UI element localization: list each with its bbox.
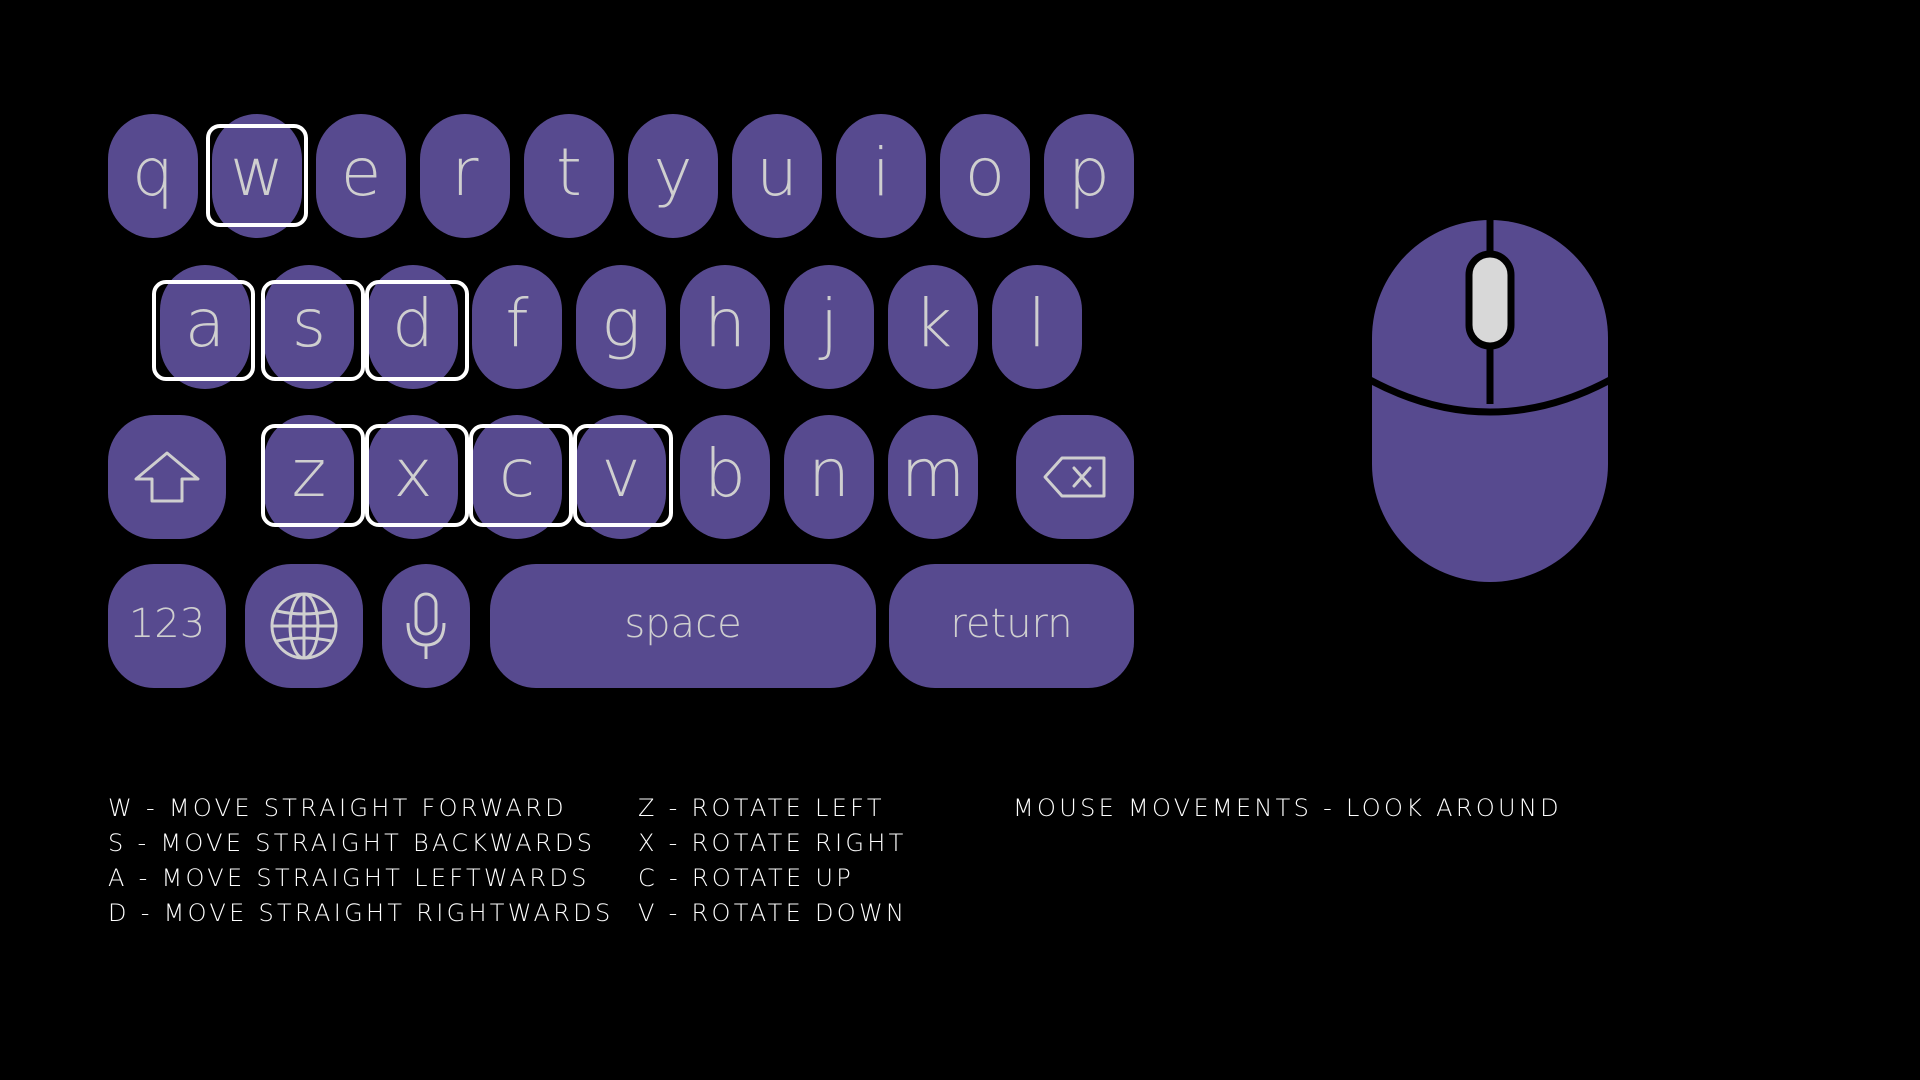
key-u[interactable]: u	[732, 114, 822, 238]
key-i[interactable]: i	[836, 114, 926, 238]
key-label: h	[704, 284, 746, 362]
key-j[interactable]: j	[784, 265, 874, 389]
legend-mouse: MOUSE MOVEMENTS - LOOK AROUND	[1013, 791, 1562, 826]
key-label: f	[505, 284, 529, 362]
legend-line: W - MOVE STRAIGHT FORWARD	[108, 794, 567, 822]
key-h[interactable]: h	[680, 265, 770, 389]
key-b[interactable]: b	[680, 415, 770, 539]
key-g[interactable]: g	[576, 265, 666, 389]
key-m[interactable]: m	[888, 415, 978, 539]
key-label: a	[184, 284, 226, 362]
key-a[interactable]: a	[160, 265, 250, 389]
key-n[interactable]: n	[784, 415, 874, 539]
key-d[interactable]: d	[368, 265, 458, 389]
backspace-key[interactable]	[1016, 415, 1134, 539]
key-t[interactable]: t	[524, 114, 614, 238]
legend-line: A - MOVE STRAIGHT LEFTWARDS	[108, 864, 590, 892]
mouse-illustration	[1370, 218, 1610, 584]
key-label: g	[601, 284, 641, 362]
space-key[interactable]: space	[490, 564, 876, 688]
globe-icon	[270, 592, 338, 660]
key-label: v	[601, 434, 641, 512]
key-l[interactable]: l	[992, 265, 1082, 389]
key-q[interactable]: q	[108, 114, 198, 238]
key-z[interactable]: z	[264, 415, 354, 539]
globe-key[interactable]	[245, 564, 363, 688]
key-p[interactable]: p	[1044, 114, 1134, 238]
legend-line: D - MOVE STRAIGHT RIGHTWARDS	[108, 899, 614, 927]
key-label: b	[704, 434, 746, 512]
legend-line: V - ROTATE DOWN	[638, 899, 908, 927]
key-label: e	[340, 133, 382, 211]
return-key[interactable]: return	[889, 564, 1134, 688]
key-label: w	[230, 133, 284, 211]
key-r[interactable]: r	[420, 114, 510, 238]
key-label: l	[1027, 284, 1047, 362]
return-key-label: return	[950, 601, 1073, 647]
key-label: c	[498, 434, 536, 512]
key-c[interactable]: c	[472, 415, 562, 539]
legend-rotation: Z - ROTATE LEFT X - ROTATE RIGHT C - ROT…	[638, 791, 907, 931]
key-v[interactable]: v	[576, 415, 666, 539]
legend-line: S - MOVE STRAIGHT BACKWARDS	[108, 829, 596, 857]
legend-line: Z - ROTATE LEFT	[638, 794, 885, 822]
key-label: u	[756, 133, 798, 211]
numbers-key-label: 123	[128, 601, 206, 647]
key-label: i	[871, 133, 891, 211]
key-w[interactable]: w	[212, 114, 302, 238]
key-label: x	[393, 434, 433, 512]
legend-movement: W - MOVE STRAIGHT FORWARD S - MOVE STRAI…	[108, 791, 614, 931]
legend-line: MOUSE MOVEMENTS - LOOK AROUND	[1013, 794, 1562, 822]
key-label: y	[653, 133, 693, 211]
key-s[interactable]: s	[264, 265, 354, 389]
key-label: k	[913, 284, 953, 362]
key-label: t	[556, 133, 582, 211]
legend-line: X - ROTATE RIGHT	[638, 829, 907, 857]
key-label: o	[964, 133, 1006, 211]
key-label: p	[1068, 133, 1110, 211]
key-label: z	[291, 434, 327, 512]
key-label: j	[819, 284, 839, 362]
key-y[interactable]: y	[628, 114, 718, 238]
legend-line: C - ROTATE UP	[638, 864, 854, 892]
key-label: d	[392, 284, 434, 362]
shift-arrow-icon	[134, 451, 200, 503]
microphone-key[interactable]	[382, 564, 470, 688]
space-key-label: space	[624, 601, 742, 647]
key-label: q	[132, 133, 174, 211]
key-x[interactable]: x	[368, 415, 458, 539]
numbers-key[interactable]: 123	[108, 564, 226, 688]
backspace-icon	[1043, 456, 1106, 498]
shift-key[interactable]	[108, 415, 226, 539]
key-label: m	[900, 434, 966, 512]
key-label: n	[808, 434, 850, 512]
key-f[interactable]: f	[472, 265, 562, 389]
key-k[interactable]: k	[888, 265, 978, 389]
key-o[interactable]: o	[940, 114, 1030, 238]
key-label: s	[291, 284, 327, 362]
key-e[interactable]: e	[316, 114, 406, 238]
microphone-icon	[406, 592, 446, 659]
computer-mouse-icon	[1370, 218, 1610, 582]
key-label: r	[451, 133, 479, 211]
